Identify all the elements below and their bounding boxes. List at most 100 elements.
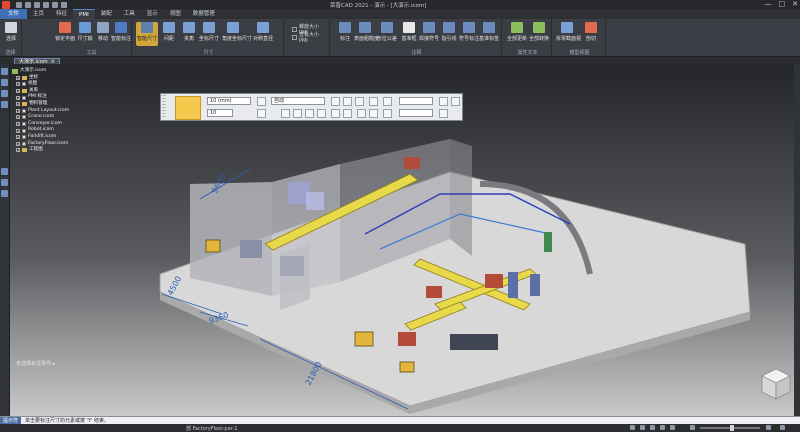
angle-coordinate-button[interactable]: 角度坐标尺寸 [222,22,252,46]
search-icon[interactable] [630,425,635,430]
tree-item[interactable]: + PMI 标注 [12,94,69,101]
tree-item[interactable]: + Crane.icom [12,114,69,121]
undo-icon[interactable] [43,1,49,8]
expand-icon[interactable]: + [16,95,20,100]
chain-dim-icon[interactable] [317,109,326,118]
tab-features[interactable]: 特征 [50,9,73,19]
expand-icon[interactable]: + [16,102,20,107]
weld-symbol-button[interactable]: 焊接符号 [418,22,440,46]
tab-file[interactable]: 文件 [0,9,28,19]
expand-icon[interactable]: + [16,89,20,94]
view-size-pmi-toggle[interactable]: 查看大小 PMI [292,31,329,44]
option-field-2[interactable] [399,109,433,117]
measure-icon[interactable] [1,190,8,197]
redo-icon[interactable] [52,1,58,8]
smart-annotate-button[interactable]: 智能标注 [110,22,132,46]
text-size-field[interactable]: 10 [207,109,233,117]
zoom-area-icon[interactable] [640,425,645,430]
checkbox-icon[interactable] [22,95,26,100]
break-line-icon[interactable] [331,97,340,106]
expand-icon[interactable]: + [16,115,20,120]
zoom-out-icon[interactable] [690,425,695,430]
settings-icon[interactable] [383,109,392,118]
tab-home[interactable]: 主页 [27,9,50,19]
checkbox-icon[interactable] [22,115,26,120]
view-icon[interactable] [383,97,392,106]
cut-button[interactable]: 剖切 [580,22,602,46]
arrow-style-icon[interactable] [257,109,266,118]
expand-icon[interactable]: + [16,128,20,133]
lock-plane-button[interactable]: 锁定平面 [54,22,76,46]
expand-icon[interactable]: + [16,141,20,146]
expand-icon[interactable]: + [16,135,20,140]
zoom-in-icon[interactable] [766,425,771,430]
properties-icon[interactable] [1,101,8,108]
checkbox-icon[interactable] [22,141,26,146]
surface-roughness-button[interactable]: 表面粗糙度 [354,22,379,46]
checkbox-icon[interactable] [22,108,26,113]
filter-icon[interactable] [1,179,8,186]
pathfinder-icon[interactable] [1,68,8,75]
tab-display[interactable]: 显示 [141,9,164,19]
smart-dimension-button[interactable]: 智能尺寸 [136,22,158,46]
symbol-annotation-button[interactable]: 符号标注 [458,22,480,46]
tree-item[interactable]: + 工程图 [12,147,69,154]
geometric-tolerance-button[interactable]: 形位公差 [376,22,398,46]
fit-icon[interactable] [650,425,655,430]
ok-icon[interactable] [439,97,448,106]
aligned-dim-icon[interactable] [305,109,314,118]
app-logo-icon[interactable] [2,0,10,9]
preview-icon[interactable] [451,97,460,106]
minimize-button[interactable]: — [765,0,772,8]
tab-assembly[interactable]: 装配 [95,9,118,19]
tree-item[interactable]: + 物料管理 [12,101,69,108]
fullscreen-icon[interactable] [780,425,785,430]
ordinate-dim-icon[interactable] [343,109,352,118]
tree-item[interactable]: + 坐标 [12,75,69,82]
tree-item[interactable]: + Robot.icom [12,127,69,134]
datum-label-button[interactable]: 基准标签 [478,22,500,46]
tree-item[interactable]: + Forklift.icom [12,134,69,141]
leader-button[interactable]: 指引线 [438,22,460,46]
option-field-1[interactable] [399,97,433,105]
select-button[interactable]: 选择 [0,22,22,46]
datum-frame-button[interactable]: 基准框 [398,22,420,46]
rotate-icon[interactable] [670,425,675,430]
tool-icon[interactable] [1,168,8,175]
save-icon[interactable] [34,1,40,8]
toolbar-grip[interactable] [162,95,166,119]
library-icon[interactable] [1,90,8,97]
tab-view[interactable]: 视图 [164,9,187,19]
new-icon[interactable] [16,1,22,8]
angle-button[interactable]: 夹角 [178,22,200,46]
expand-icon[interactable]: + [16,148,20,153]
expand-icon[interactable]: + [16,108,20,113]
exploded-section-view-button[interactable]: 拆零截面视 [556,22,581,46]
selection-mode-button[interactable] [175,96,201,120]
tolerance-icon[interactable] [355,97,364,106]
tab-data-management[interactable]: 数据管理 [187,9,221,19]
checkbox-icon[interactable] [22,82,26,87]
vertical-dim-icon[interactable] [293,109,302,118]
callout-button[interactable]: 标注 [334,22,356,46]
maximize-button[interactable]: □ [779,0,786,8]
open-icon[interactable] [25,1,31,8]
lock-plane-icon[interactable] [357,109,366,118]
convert-all-button[interactable]: 全部转换 [528,22,550,46]
prefix-icon[interactable] [343,97,352,106]
close-button[interactable]: ✕ [792,0,798,8]
symmetric-diameter-button[interactable]: 对称直径 [252,22,274,46]
plane-icon[interactable] [369,109,378,118]
zoom-slider-knob[interactable] [730,425,734,431]
expand-icon[interactable]: + [16,75,20,80]
tree-item[interactable]: 大演示.icom [12,68,69,75]
baseline-dim-icon[interactable] [331,109,340,118]
help-icon[interactable] [439,109,448,118]
font-size-field[interactable]: 10 (mm) [207,97,251,105]
tab-tools[interactable]: 工具 [118,9,141,19]
checkbox-icon[interactable] [22,128,26,133]
pan-icon[interactable] [660,425,665,430]
close-icon[interactable] [369,97,378,106]
expand-icon[interactable]: + [16,82,20,87]
coordinate-dimension-button[interactable]: 坐标尺寸 [198,22,220,46]
